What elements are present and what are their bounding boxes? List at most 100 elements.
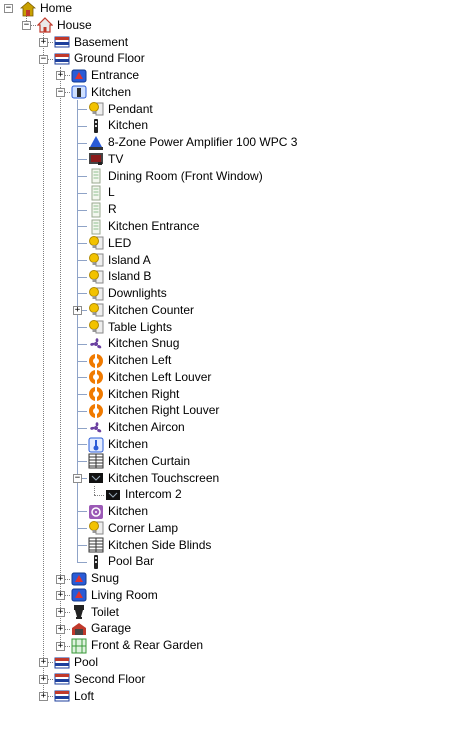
- tree-item-label: L: [108, 185, 115, 200]
- tree-guide-line: [77, 394, 78, 411]
- expand-toggle[interactable]: +: [56, 625, 65, 634]
- fan-icon: [88, 336, 104, 352]
- expand-toggle[interactable]: +: [39, 692, 48, 701]
- tree-item-entrance[interactable]: Entrance: [71, 67, 141, 84]
- tree-item-label: Entrance: [91, 68, 140, 83]
- tree-guide-line: [77, 361, 78, 377]
- tree-item-label: 8-Zone Power Amplifier 100 WPC 3: [108, 135, 298, 150]
- tree-item-kitchen-right-louver[interactable]: Kitchen Right Louver: [88, 402, 221, 419]
- tree-item-kitchen-side-blinds[interactable]: Kitchen Side Blinds: [88, 537, 213, 554]
- tree-item-garage[interactable]: Garage: [71, 620, 133, 637]
- tree-item-label: Ground Floor: [74, 51, 145, 66]
- tree-item-l[interactable]: L: [88, 184, 117, 201]
- tree-item-kitchen-left[interactable]: Kitchen Left: [88, 352, 173, 369]
- tree-connector: [94, 495, 104, 496]
- tree-item-label: Dining Room (Front Window): [108, 168, 263, 183]
- tree-item-label: Basement: [74, 34, 129, 49]
- expand-toggle[interactable]: +: [39, 675, 48, 684]
- collapse-toggle[interactable]: −: [56, 88, 65, 97]
- tree-item-island-b[interactable]: Island B: [88, 268, 153, 285]
- tree-guide-line: [77, 159, 78, 176]
- tree-item-led[interactable]: LED: [88, 235, 133, 252]
- tree-item-intercom-2[interactable]: Intercom 2: [105, 486, 184, 503]
- expand-toggle[interactable]: +: [39, 38, 48, 47]
- tree-connector: [77, 277, 87, 278]
- tree-guide-line: [77, 277, 78, 293]
- collapse-toggle[interactable]: −: [22, 21, 31, 30]
- tree-item-home[interactable]: Home: [19, 0, 74, 17]
- tree-item-loft[interactable]: Loft: [54, 688, 96, 705]
- tree-item-table-lights[interactable]: Table Lights: [88, 319, 174, 336]
- tree-item-house[interactable]: House: [36, 17, 94, 34]
- tree-item-pool-bar[interactable]: Pool Bar: [88, 553, 156, 570]
- tree-connector: [77, 377, 87, 378]
- tree-item-downlights[interactable]: Downlights: [88, 285, 169, 302]
- tree-item-kitchen-left-louver[interactable]: Kitchen Left Louver: [88, 369, 213, 386]
- tree-item-kitchen-aircon[interactable]: Kitchen Aircon: [88, 419, 187, 436]
- shade-icon: [88, 402, 104, 419]
- tree-item-kitchen-curtain[interactable]: Kitchen Curtain: [88, 453, 192, 470]
- tree-guide-line: [94, 486, 95, 495]
- collapse-toggle[interactable]: −: [4, 4, 13, 13]
- toilet-icon: [71, 604, 87, 620]
- expand-toggle[interactable]: +: [56, 71, 65, 80]
- tree-item-kitchen[interactable]: Kitchen: [88, 117, 150, 134]
- tree-item-basement[interactable]: Basement: [54, 34, 130, 51]
- collapse-toggle[interactable]: −: [39, 55, 48, 64]
- tree-item-pool[interactable]: Pool: [54, 654, 100, 671]
- tree-item-label: Front & Rear Garden: [91, 638, 204, 653]
- tree-guide-line: [77, 100, 78, 109]
- tree-item-kitchen-entrance[interactable]: Kitchen Entrance: [88, 218, 201, 235]
- tree-item-corner-lamp[interactable]: Corner Lamp: [88, 520, 180, 537]
- collapse-toggle[interactable]: −: [73, 474, 82, 483]
- tree-item-label: Pendant: [108, 101, 153, 116]
- room-icon: [71, 68, 87, 84]
- keypad-icon: [88, 554, 104, 570]
- tree-item-dining-room-front-window[interactable]: Dining Room (Front Window): [88, 168, 265, 185]
- tree-item-kitchen-right[interactable]: Kitchen Right: [88, 386, 181, 403]
- floor-icon: [54, 655, 70, 671]
- tree-item-toilet[interactable]: Toilet: [71, 604, 121, 621]
- expand-toggle[interactable]: +: [39, 658, 48, 667]
- tree-item-kitchen-snug[interactable]: Kitchen Snug: [88, 335, 181, 352]
- tree-item-label: Island B: [108, 269, 152, 284]
- tree-item-kitchen[interactable]: Kitchen: [71, 84, 133, 101]
- light-icon: [88, 286, 104, 302]
- tree-item-label: Kitchen: [108, 504, 149, 519]
- tree-item-snug[interactable]: Snug: [71, 570, 121, 587]
- tree-item-ground-floor[interactable]: Ground Floor: [54, 50, 147, 67]
- tree-item-label: Kitchen Side Blinds: [108, 537, 212, 552]
- tree-connector: [77, 394, 87, 395]
- speaker-icon: [88, 185, 104, 201]
- shade-icon: [88, 352, 104, 369]
- home-shield-icon: [19, 0, 37, 17]
- tree-item-pendant[interactable]: Pendant: [88, 101, 155, 118]
- tv-icon: [88, 151, 104, 167]
- tree-guide-line: [77, 528, 78, 545]
- expand-toggle[interactable]: +: [56, 642, 65, 651]
- tree-item-tv[interactable]: TV: [88, 151, 125, 168]
- kitchen-room-icon: [71, 84, 87, 100]
- tree-item-label: Pool: [74, 655, 99, 670]
- tree-item-second-floor[interactable]: Second Floor: [54, 671, 147, 688]
- expand-toggle[interactable]: +: [56, 591, 65, 600]
- tree-connector: [77, 344, 87, 345]
- tree-item-kitchen[interactable]: Kitchen: [88, 436, 150, 453]
- project-tree[interactable]: − Home − House + Basement − Ground Floor + Entran…: [0, 0, 474, 733]
- tree-connector: [77, 411, 87, 412]
- touchscreen-icon: [105, 487, 121, 503]
- garage-icon: [71, 621, 87, 637]
- expand-toggle[interactable]: +: [56, 608, 65, 617]
- tree-connector: [77, 327, 87, 328]
- tree-item-living-room[interactable]: Living Room: [71, 587, 160, 604]
- tree-item-kitchen-counter[interactable]: Kitchen Counter: [88, 302, 196, 319]
- tree-item-kitchen[interactable]: Kitchen: [88, 503, 150, 520]
- expand-toggle[interactable]: +: [56, 575, 65, 584]
- tree-item-8-zone-power-amplifier-100-wpc-3[interactable]: 8-Zone Power Amplifier 100 WPC 3: [88, 134, 299, 151]
- tree-item-r[interactable]: R: [88, 201, 119, 218]
- shade-icon: [88, 369, 104, 386]
- tree-item-island-a[interactable]: Island A: [88, 252, 153, 269]
- tree-item-front-rear-garden[interactable]: Front & Rear Garden: [71, 637, 205, 654]
- tree-item-kitchen-touchscreen[interactable]: Kitchen Touchscreen: [88, 470, 221, 487]
- expand-toggle[interactable]: +: [73, 306, 82, 315]
